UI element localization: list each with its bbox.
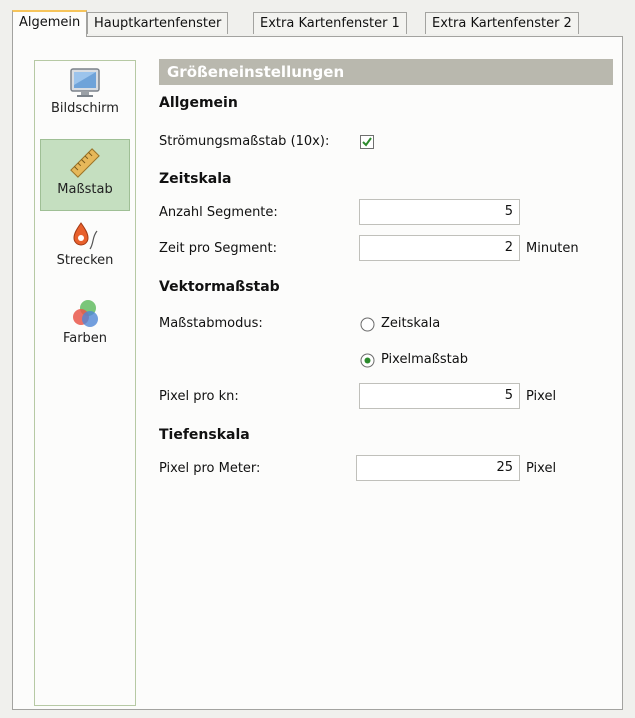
radio-pixelmassstab-label: Pixelmaßstab bbox=[381, 352, 468, 367]
checkmark-icon bbox=[362, 137, 372, 147]
sidebar-item-label: Maßstab bbox=[57, 182, 113, 197]
sidebar-item-bildschirm[interactable]: Bildschirm bbox=[40, 65, 130, 137]
tab-extra-kartenfenster-2[interactable]: Extra Kartenfenster 2 bbox=[425, 12, 579, 34]
pixel-pro-meter-unit: Pixel bbox=[526, 461, 557, 476]
sidebar-item-farben[interactable]: Farben bbox=[40, 297, 130, 367]
pixel-pro-kn-label: Pixel pro kn: bbox=[159, 389, 239, 404]
monitor-icon bbox=[70, 68, 100, 97]
settings-panel: Bildschirm Maßstab Strecken Farben Größe… bbox=[12, 36, 623, 710]
massstabmodus-label: Maßstabmodus: bbox=[159, 316, 263, 331]
radio-pixelmassstab[interactable] bbox=[360, 353, 375, 368]
zeit-pro-segment-input[interactable]: 2 bbox=[359, 235, 520, 261]
section-title: Größeneinstellungen bbox=[159, 59, 613, 85]
pixel-pro-kn-unit: Pixel bbox=[526, 389, 557, 404]
heading-allgemein: Allgemein bbox=[159, 95, 238, 111]
tab-strip: Algemein Hauptkartenfenster Extra Karten… bbox=[12, 10, 623, 37]
sidebar-item-label: Strecken bbox=[56, 253, 114, 268]
pixel-pro-kn-input[interactable]: 5 bbox=[359, 383, 520, 409]
zeit-unit-label: Minuten bbox=[526, 241, 579, 256]
pixel-pro-meter-label: Pixel pro Meter: bbox=[159, 461, 261, 476]
sidebar-item-strecken[interactable]: Strecken bbox=[40, 219, 130, 289]
stroemungsmassstab-label: Strömungsmaßstab (10x): bbox=[159, 134, 330, 149]
anzahl-segmente-input[interactable]: 5 bbox=[359, 199, 520, 225]
color-circles-icon bbox=[73, 300, 98, 327]
tab-extra-kartenfenster-1[interactable]: Extra Kartenfenster 1 bbox=[253, 12, 407, 34]
ruler-icon bbox=[70, 148, 100, 178]
radio-zeitskala[interactable] bbox=[360, 317, 375, 332]
sidebar-item-label: Farben bbox=[62, 331, 108, 346]
zeit-pro-segment-label: Zeit pro Segment: bbox=[159, 241, 278, 256]
heading-zeitskala: Zeitskala bbox=[159, 171, 232, 187]
sidebar-item-label: Bildschirm bbox=[51, 101, 119, 116]
heading-vektormassstab: Vektormaßstab bbox=[159, 279, 280, 295]
radio-zeitskala-label: Zeitskala bbox=[381, 316, 441, 331]
route-pin-icon bbox=[73, 222, 98, 250]
pixel-pro-meter-input[interactable]: 25 bbox=[356, 455, 520, 481]
tab-hauptkartenfenster[interactable]: Hauptkartenfenster bbox=[87, 12, 229, 34]
tab-algemein[interactable]: Algemein bbox=[12, 10, 88, 37]
category-sidebar: Bildschirm Maßstab Strecken Farben bbox=[34, 60, 136, 706]
anzahl-segmente-label: Anzahl Segmente: bbox=[159, 205, 278, 220]
heading-tiefenskala: Tiefenskala bbox=[159, 427, 250, 443]
stroemungsmassstab-checkbox[interactable] bbox=[360, 135, 374, 149]
sidebar-item-massstab[interactable]: Maßstab bbox=[40, 139, 130, 211]
